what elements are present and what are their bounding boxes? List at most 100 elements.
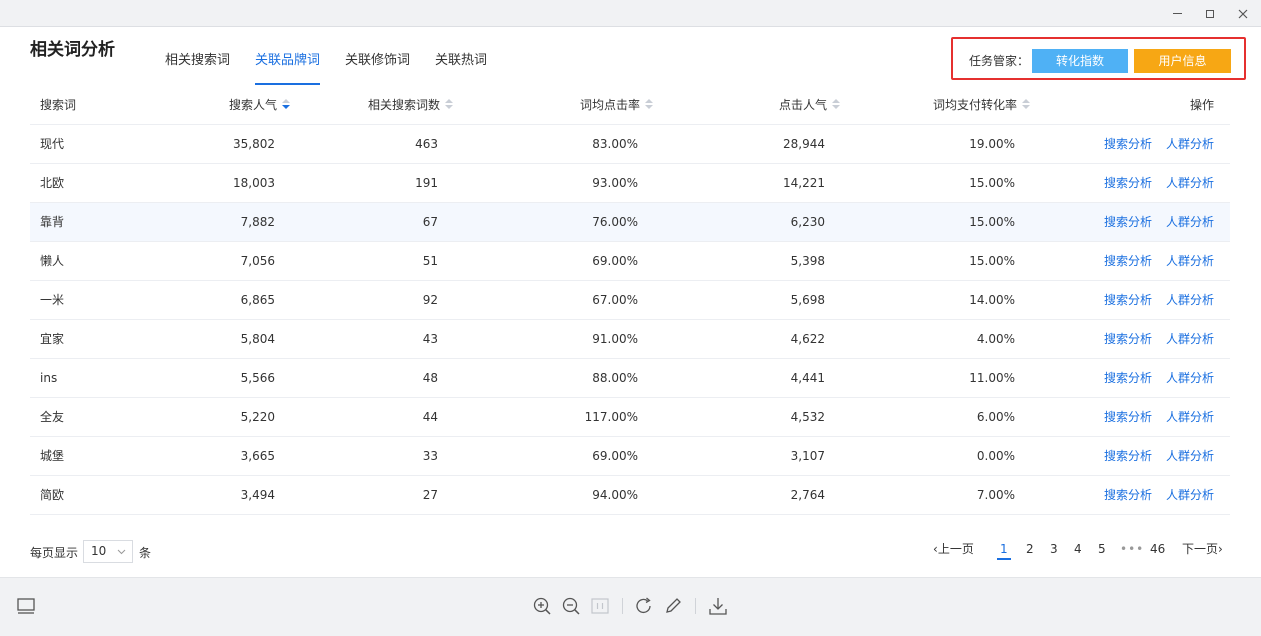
- search-analysis-link[interactable]: 搜索分析: [1104, 254, 1152, 268]
- cell-conversion: 11.00%: [969, 371, 1015, 385]
- cell-ctr: 76.00%: [592, 215, 638, 229]
- tab-brand-words[interactable]: 关联品牌词: [255, 52, 321, 85]
- cell-popularity: 5,220: [240, 410, 275, 424]
- page-ellipsis: •••: [1120, 542, 1145, 556]
- cell-actions: 搜索分析 人群分析: [1090, 320, 1214, 359]
- convert-index-button[interactable]: 转化指数: [1032, 49, 1128, 73]
- table-row: 全友 5,220 44 117.00% 4,532 6.00% 搜索分析 人群分析: [30, 398, 1230, 437]
- zoom-out-icon[interactable]: [560, 595, 582, 617]
- search-analysis-link[interactable]: 搜索分析: [1104, 332, 1152, 346]
- crowd-analysis-link[interactable]: 人群分析: [1166, 293, 1214, 307]
- cell-related-count: 43: [422, 332, 438, 346]
- crowd-analysis-link[interactable]: 人群分析: [1166, 332, 1214, 346]
- page-size-select[interactable]: 10: [83, 540, 133, 563]
- cell-clicks: 5,698: [790, 293, 825, 307]
- page-4[interactable]: 4: [1074, 540, 1082, 558]
- header-related-count[interactable]: 相关搜索词数: [368, 86, 453, 125]
- maximize-button[interactable]: [1193, 0, 1227, 27]
- crowd-analysis-link[interactable]: 人群分析: [1166, 254, 1214, 268]
- edit-icon[interactable]: [662, 595, 684, 617]
- task-manager-label: 任务管家：: [969, 54, 1030, 68]
- search-analysis-link[interactable]: 搜索分析: [1104, 410, 1152, 424]
- rotate-icon[interactable]: [633, 595, 655, 617]
- cell-popularity: 7,056: [240, 254, 275, 268]
- crowd-analysis-link[interactable]: 人群分析: [1166, 410, 1214, 424]
- toolbar-divider: [695, 598, 696, 614]
- crowd-analysis-link[interactable]: 人群分析: [1166, 137, 1214, 151]
- cell-conversion: 15.00%: [969, 176, 1015, 190]
- cell-ctr: 67.00%: [592, 293, 638, 307]
- tab-hot-words[interactable]: 关联热词: [435, 52, 487, 85]
- cell-actions: 搜索分析 人群分析: [1090, 281, 1214, 320]
- search-analysis-link[interactable]: 搜索分析: [1104, 371, 1152, 385]
- page-1[interactable]: 1: [997, 540, 1011, 560]
- minimize-icon: [1172, 13, 1182, 14]
- search-analysis-link[interactable]: 搜索分析: [1104, 488, 1152, 502]
- prev-page-button[interactable]: ‹上一页: [933, 540, 974, 558]
- search-analysis-link[interactable]: 搜索分析: [1104, 215, 1152, 229]
- task-manager-panel: 任务管家： 转化指数 用户信息: [951, 37, 1246, 80]
- page-46[interactable]: 46: [1150, 540, 1165, 558]
- page-title: 相关词分析: [30, 40, 115, 60]
- cell-related-count: 67: [422, 215, 438, 229]
- layout-icon[interactable]: [15, 595, 37, 617]
- search-analysis-link[interactable]: 搜索分析: [1104, 449, 1152, 463]
- cell-term: 宜家: [40, 332, 65, 346]
- crowd-analysis-link[interactable]: 人群分析: [1166, 371, 1214, 385]
- cell-term: 全友: [40, 410, 65, 424]
- cell-related-count: 33: [422, 449, 438, 463]
- cell-ctr: 93.00%: [592, 176, 638, 190]
- cell-clicks: 14,221: [783, 176, 825, 190]
- download-icon[interactable]: [707, 595, 729, 617]
- cell-clicks: 5,398: [790, 254, 825, 268]
- cell-term: ins: [40, 371, 58, 385]
- header-popularity[interactable]: 搜索人气: [229, 86, 290, 125]
- page-2[interactable]: 2: [1026, 540, 1034, 558]
- cell-conversion: 15.00%: [969, 215, 1015, 229]
- crowd-analysis-link[interactable]: 人群分析: [1166, 449, 1214, 463]
- table-row: 靠背 7,882 67 76.00% 6,230 15.00% 搜索分析 人群分析: [30, 203, 1230, 242]
- cell-term: 懒人: [40, 254, 65, 268]
- header-clicks[interactable]: 点击人气: [779, 86, 840, 125]
- tab-modifier-words[interactable]: 关联修饰词: [345, 52, 410, 85]
- table-row: 现代 35,802 463 83.00% 28,944 19.00% 搜索分析 人群分析: [30, 125, 1230, 164]
- cell-conversion: 0.00%: [976, 449, 1015, 463]
- maximize-icon: [1206, 9, 1214, 18]
- sort-icon: [832, 98, 840, 111]
- window-titlebar: [0, 0, 1261, 27]
- cell-popularity: 7,882: [240, 215, 275, 229]
- header-ctr[interactable]: 词均点击率: [580, 86, 653, 125]
- crowd-analysis-link[interactable]: 人群分析: [1166, 176, 1214, 190]
- cell-clicks: 28,944: [783, 137, 825, 151]
- header-conversion[interactable]: 词均支付转化率: [933, 86, 1030, 125]
- next-page-button[interactable]: 下一页›: [1182, 540, 1223, 558]
- cell-actions: 搜索分析 人群分析: [1090, 164, 1214, 203]
- page-size-label: 每页显示: [30, 546, 79, 560]
- cell-related-count: 463: [415, 137, 438, 151]
- close-button[interactable]: [1226, 0, 1260, 27]
- page-5[interactable]: 5: [1098, 540, 1106, 558]
- cell-actions: 搜索分析 人群分析: [1090, 359, 1214, 398]
- crowd-analysis-link[interactable]: 人群分析: [1166, 488, 1214, 502]
- crowd-analysis-link[interactable]: 人群分析: [1166, 215, 1214, 229]
- cell-ctr: 91.00%: [592, 332, 638, 346]
- cell-conversion: 7.00%: [976, 488, 1015, 502]
- cell-popularity: 5,804: [240, 332, 275, 346]
- minimize-button[interactable]: [1160, 0, 1194, 27]
- cell-ctr: 117.00%: [584, 410, 638, 424]
- zoom-in-icon[interactable]: [531, 595, 553, 617]
- search-analysis-link[interactable]: 搜索分析: [1104, 137, 1152, 151]
- page-3[interactable]: 3: [1050, 540, 1058, 558]
- actual-size-icon: [591, 598, 609, 614]
- cell-popularity: 35,802: [233, 137, 275, 151]
- user-info-button[interactable]: 用户信息: [1134, 49, 1231, 73]
- pagination: ‹上一页 1 2 3 4 5 ••• 46 下一页›: [930, 540, 1230, 564]
- search-analysis-link[interactable]: 搜索分析: [1104, 293, 1152, 307]
- cell-actions: 搜索分析 人群分析: [1090, 203, 1214, 242]
- cell-term: 一米: [40, 293, 65, 307]
- sort-icon: [1022, 98, 1030, 111]
- tab-related-search[interactable]: 相关搜索词: [165, 52, 230, 85]
- cell-actions: 搜索分析 人群分析: [1090, 242, 1214, 281]
- cell-ctr: 88.00%: [592, 371, 638, 385]
- search-analysis-link[interactable]: 搜索分析: [1104, 176, 1152, 190]
